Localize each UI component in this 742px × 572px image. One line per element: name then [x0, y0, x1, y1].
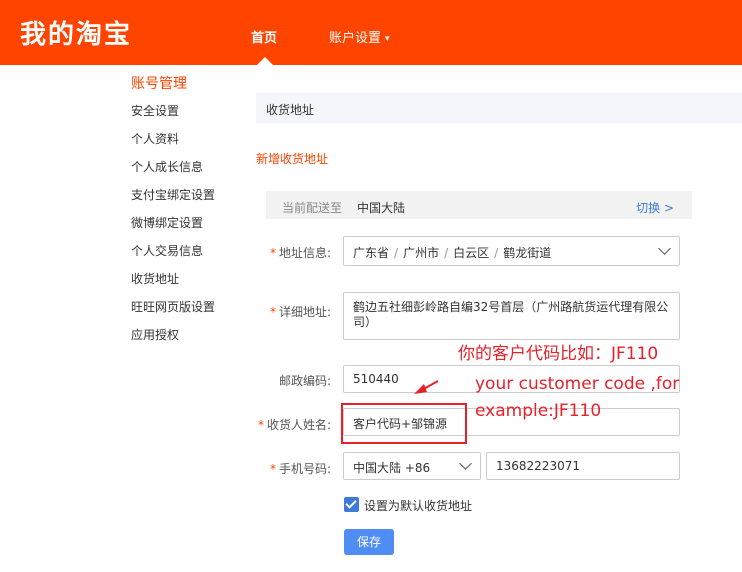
sidebar-item-weibo-binding[interactable]: 微博绑定设置 — [131, 209, 241, 237]
default-address-checkbox[interactable] — [344, 497, 359, 512]
region-separator: / — [444, 246, 449, 260]
sidebar-item-app-auth[interactable]: 应用授权 — [131, 321, 241, 349]
phone-label-text: 手机号码: — [278, 462, 331, 476]
phone-label: * 手机号码: — [231, 460, 331, 477]
region-street: 鹤龙街道 — [503, 246, 552, 260]
ship-to-label: 当前配送至 — [282, 201, 343, 215]
nav-home[interactable]: 首页 — [251, 27, 277, 46]
ship-to-value: 中国大陆 — [357, 201, 406, 215]
section-title-bar: 收货地址 — [256, 93, 742, 123]
ship-to-bar: 当前配送至 中国大陆 切换 > — [266, 191, 692, 219]
sidebar-item-shipping-address[interactable]: 收货地址 — [131, 265, 241, 293]
sidebar-item-growth[interactable]: 个人成长信息 — [131, 153, 241, 181]
sidebar-item-security[interactable]: 安全设置 — [131, 97, 241, 125]
ship-to-switch-link[interactable]: 切换 > — [636, 199, 674, 216]
nav-account-settings[interactable]: 账户设置 ▾ — [329, 27, 390, 46]
sidebar: 账号管理 安全设置 个人资料 个人成长信息 支付宝绑定设置 微博绑定设置 个人交… — [131, 73, 241, 349]
sidebar-heading: 账号管理 — [131, 76, 187, 92]
detail-address-field[interactable]: 鹤边五社细彭岭路自编32号首层（广州路航货运代理有限公司） — [343, 292, 680, 340]
annotation-line-1: 你的客户代码比如：JF110 — [458, 344, 659, 364]
required-mark: * — [257, 418, 264, 432]
page-title: 收货地址 — [266, 103, 315, 117]
postal-code-value: 510440 — [353, 372, 399, 386]
nav-account-settings-label: 账户设置 — [329, 31, 382, 46]
region-separator: / — [494, 246, 499, 260]
recipient-name-label: * 收货人姓名: — [231, 416, 331, 433]
region-select[interactable]: 广东省 / 广州市 / 白云区 / 鹤龙街道 — [343, 236, 680, 266]
region-label: * 地址信息: — [231, 244, 331, 261]
region-district: 白云区 — [453, 246, 490, 260]
region-separator: / — [394, 246, 399, 260]
phone-country-value: 中国大陆 +86 — [353, 461, 431, 475]
add-address-link[interactable]: 新增收货地址 — [256, 150, 328, 167]
chevron-down-icon — [658, 242, 671, 255]
sidebar-item-trade-info[interactable]: 个人交易信息 — [131, 237, 241, 265]
region-label-text: 地址信息: — [278, 246, 331, 260]
annotation-line-3: example:JF110 — [475, 401, 602, 421]
sidebar-item-alipay-binding[interactable]: 支付宝绑定设置 — [131, 181, 241, 209]
chevron-down-icon: ▾ — [385, 34, 390, 44]
detail-address-value: 鹤边五社细彭岭路自编32号首层（广州路航货运代理有限公司） — [353, 300, 669, 329]
sidebar-item-profile[interactable]: 个人资料 — [131, 125, 241, 153]
sidebar-item-wangwang-web[interactable]: 旺旺网页版设置 — [131, 293, 241, 321]
region-value: 广东省 / 广州市 / 白云区 / 鹤龙街道 — [353, 244, 551, 261]
detail-address-label-text: 详细地址: — [278, 305, 331, 319]
required-mark: * — [269, 462, 276, 476]
phone-country-select[interactable]: 中国大陆 +86 — [343, 452, 481, 480]
chevron-down-icon — [459, 457, 472, 470]
required-mark: * — [269, 305, 276, 319]
logo[interactable]: 我的淘宝 — [20, 14, 132, 51]
required-mark: * — [269, 246, 276, 260]
default-address-label[interactable]: 设置为默认收货地址 — [364, 497, 472, 514]
detail-address-label: * 详细地址: — [231, 303, 331, 320]
phone-number-field[interactable]: 13682223071 — [486, 452, 680, 480]
annotation-line-2: your customer code ,for — [475, 374, 680, 394]
recipient-name-label-text: 收货人姓名: — [266, 418, 331, 432]
phone-number-value: 13682223071 — [496, 459, 580, 473]
annotation-highlight-box — [341, 403, 467, 444]
annotation-arrow-icon — [414, 380, 439, 394]
region-province: 广东省 — [353, 246, 390, 260]
postal-code-label: 邮政编码: — [278, 374, 331, 388]
region-city: 广州市 — [403, 246, 440, 260]
active-nav-indicator — [257, 57, 273, 65]
save-button[interactable]: 保存 — [344, 529, 394, 555]
top-bar: 我的淘宝 首页 账户设置 ▾ — [0, 0, 742, 65]
